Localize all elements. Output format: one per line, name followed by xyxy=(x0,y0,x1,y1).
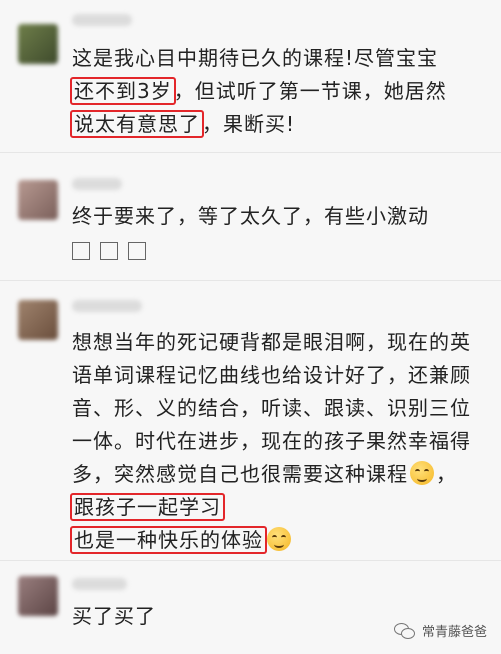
divider xyxy=(0,152,501,153)
highlight-box: 还不到3岁 xyxy=(70,77,176,105)
avatar[interactable] xyxy=(18,24,58,64)
emoji-placeholder-boxes xyxy=(72,237,156,261)
watermark: 常青藤爸爸 xyxy=(393,621,487,640)
highlight-box: 说太有意思了 xyxy=(70,110,204,138)
comment-text: 想想当年的死记硬背都是眼泪啊，现在的英语单词课程记忆曲线也给设计好了，还兼顾音、… xyxy=(70,330,471,554)
commenter-name xyxy=(72,578,127,590)
comment-text: 终于要来了，等了太久了，有些小激动 xyxy=(72,200,482,266)
highlight-box: 跟孩子一起学习 xyxy=(70,493,225,521)
avatar[interactable] xyxy=(18,300,58,340)
comment-text: 这是我心目中期待已久的课程!尽管宝宝 还不到3岁 ，但试听了第一节课，她居然 说太有意… xyxy=(70,46,447,138)
commenter-name xyxy=(72,178,122,190)
commenter-name xyxy=(72,300,142,312)
smiling-face-icon xyxy=(267,527,291,551)
highlight-box: 也是一种快乐的体验 xyxy=(70,526,267,554)
wechat-icon xyxy=(393,622,416,639)
divider xyxy=(0,280,501,281)
avatar[interactable] xyxy=(18,180,58,220)
divider xyxy=(0,560,501,561)
commenter-name xyxy=(72,14,132,26)
watermark-text: 常青藤爸爸 xyxy=(421,625,487,640)
crying-face-icon xyxy=(410,461,434,485)
avatar[interactable] xyxy=(18,576,58,616)
